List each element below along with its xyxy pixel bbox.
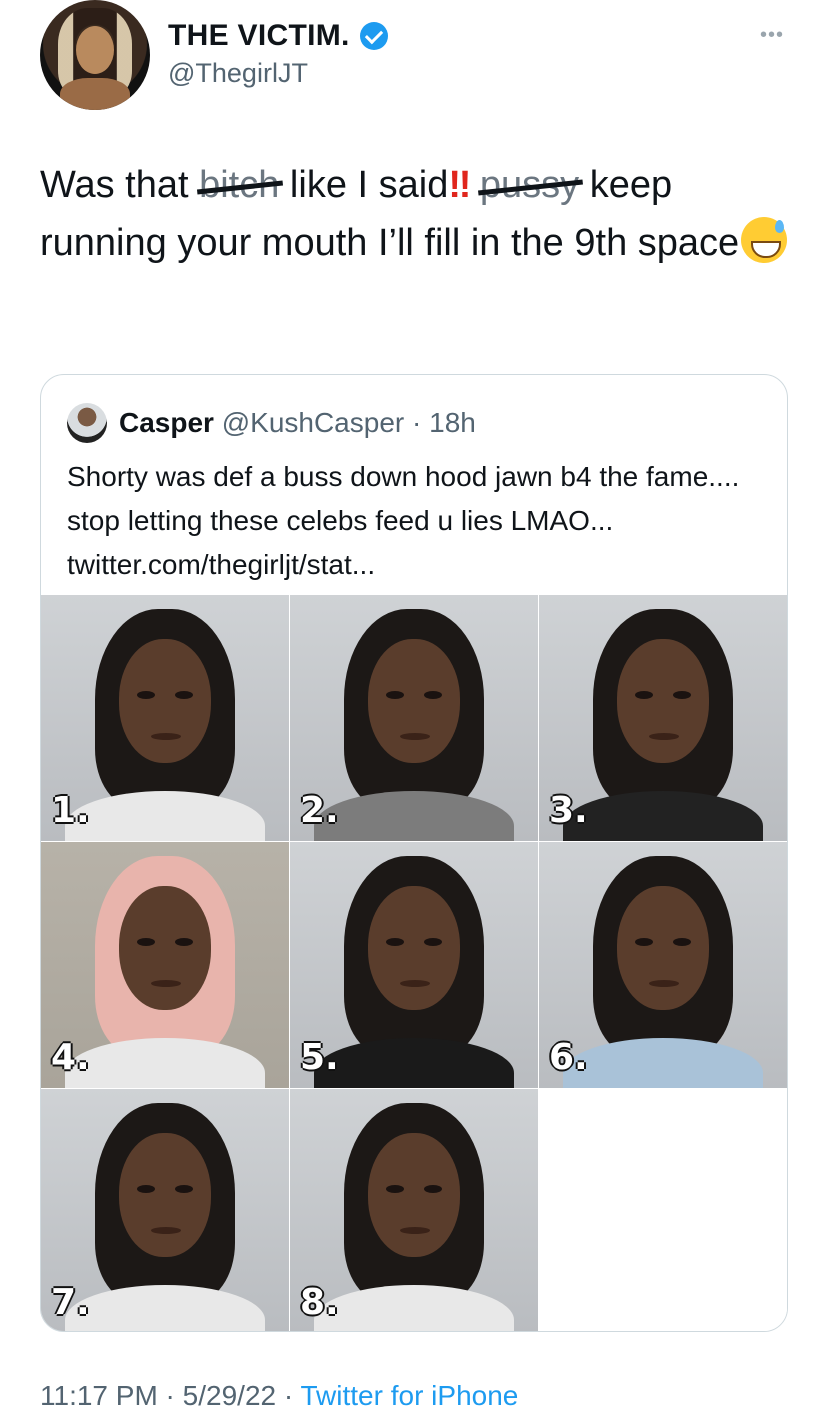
photo-label: 1. [51,790,90,831]
more-options-icon[interactable]: ••• [760,24,784,47]
quoted-author-avatar [67,403,107,443]
photo-label: 4. [51,1037,90,1078]
tweet-text-part-1: Was that [40,164,200,206]
struck-word-1: bitch [199,156,279,214]
empty-grid-cell [539,1089,787,1331]
quoted-tweet-card[interactable]: Casper @KushCasper · 18h Shorty was def … [40,374,788,1332]
author-handle[interactable]: @ThegirlJT [168,58,308,89]
struck-word-2: pussy [480,156,579,214]
photo-label: 6. [549,1037,588,1078]
photo-label: 5. [300,1037,339,1078]
double-exclamation-icon: ‼ [448,164,471,206]
avatar-face [76,26,114,74]
photo-label: 7. [51,1282,90,1323]
verified-badge-icon [359,22,388,50]
photo-label: 3. [549,790,588,831]
quoted-tweet-text: Shorty was def a buss down hood jawn b4 … [67,461,740,580]
quoted-author-row: Casper @KushCasper · 18h [119,405,476,441]
sweat-smile-emoji-icon [741,217,788,263]
author-avatar[interactable] [40,0,150,110]
photo-7[interactable]: 7. [41,1089,289,1331]
tweet-source-link[interactable]: Twitter for iPhone [300,1380,518,1411]
tweet-text-part-2: like I said [279,164,449,206]
footer-separator: · [157,1380,183,1411]
tweet-header: THE VICTIM. @ThegirlJT ••• [40,0,790,110]
photo-label: 8. [300,1282,339,1323]
quoted-author-name: Casper [119,407,214,438]
tweet-date: 5/29/22 [182,1380,277,1411]
photo-2[interactable]: 2. [290,595,538,841]
photo-1[interactable]: 1. [41,595,289,841]
photo-3[interactable]: 3. [539,595,787,841]
photo-4[interactable]: 4. [41,842,289,1088]
avatar-body [60,78,130,110]
quoted-time: 18h [429,407,476,438]
author-name-row: THE VICTIM. [168,16,388,56]
tweet-time: 11:17 PM [40,1380,158,1411]
photo-label: 2. [300,790,339,831]
photo-5[interactable]: 5. [290,842,538,1088]
footer-separator: · [276,1380,301,1411]
author-display-name[interactable]: THE VICTIM. [168,19,350,53]
photo-6[interactable]: 6. [539,842,787,1088]
photo-grid: 1. 2. 3. 4. 5. 6. 7. 8. [41,595,787,1331]
photo-8[interactable]: 8. [290,1089,538,1331]
tweet-footer: 11:17 PM · 5/29/22 · Twitter for iPhone [40,1380,518,1412]
quoted-separator: · [404,407,430,438]
quoted-author-handle: @KushCasper [221,407,405,438]
tweet-text: Was that bitch like I said‼ pussy keep r… [40,156,800,272]
